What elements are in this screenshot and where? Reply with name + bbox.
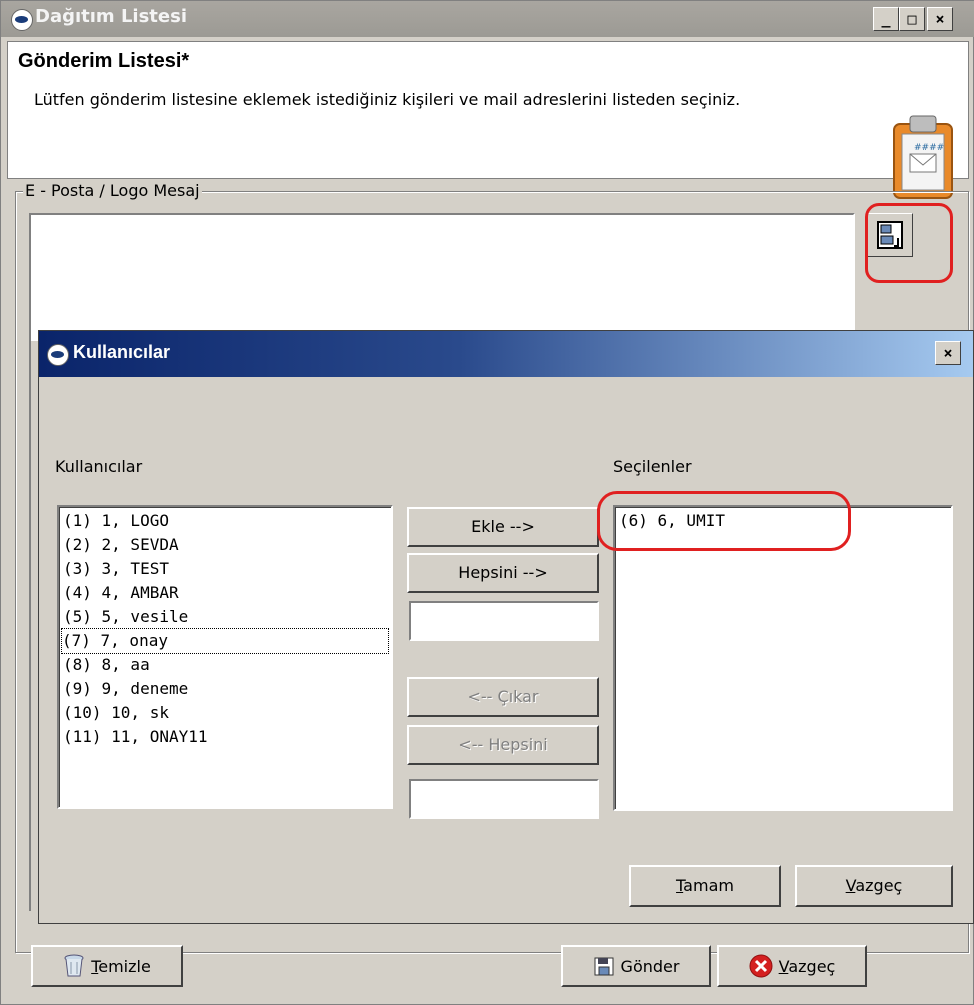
clear-button-label: Temizle	[91, 956, 151, 976]
minimize-button[interactable]: _	[873, 7, 899, 31]
list-item[interactable]: (8) 8, aa	[63, 653, 150, 677]
list-item[interactable]: (1) 1, LOGO	[63, 509, 169, 533]
window-titlebar[interactable]: Dağıtım Listesi _ □ ×	[1, 1, 974, 37]
dialog-titlebar[interactable]: Kullanıcılar ×	[39, 331, 973, 377]
search-field-bottom[interactable]	[409, 779, 599, 819]
list-item[interactable]: (5) 5, vesile	[63, 605, 188, 629]
cancel-x-icon	[749, 954, 773, 978]
dialog-cancel-button[interactable]: Vazgeç	[795, 865, 953, 907]
message-textarea[interactable]	[29, 213, 855, 343]
send-button[interactable]: Gönder	[561, 945, 711, 987]
send-button-label: Gönder	[620, 956, 680, 976]
page-title: Gönderim Listesi*	[18, 50, 190, 72]
users-label: Kullanıcılar	[55, 457, 143, 476]
trash-icon	[64, 954, 84, 977]
dialog-title: Kullanıcılar	[73, 342, 171, 362]
users-listbox[interactable]: (1) 1, LOGO (2) 2, SEVDA (3) 3, TEST (4) 4,…	[57, 505, 393, 809]
list-item[interactable]: (3) 3, TEST	[63, 557, 169, 581]
header-panel: Gönderim Listesi* Lütfen gönderim listes…	[7, 41, 969, 199]
list-item[interactable]: (4) 4, AMBAR	[63, 581, 179, 605]
add-all-button[interactable]: Hepsini -->	[407, 553, 599, 593]
list-item[interactable]: (10) 10, sk	[63, 701, 169, 725]
selected-highlight-ring	[597, 491, 851, 551]
cancel-main-button[interactable]: Vazgeç	[717, 945, 867, 987]
app-eye-icon	[11, 9, 33, 31]
list-item[interactable]: (2) 2, SEVDA	[63, 533, 179, 557]
email-group-label: E - Posta / Logo Mesaj	[23, 181, 202, 200]
page-description: Lütfen gönderim listesine eklemek istedi…	[34, 90, 741, 109]
dialog-eye-icon	[47, 344, 69, 366]
svg-text:####: ####	[914, 143, 944, 153]
cancel-main-label: Vazgeç	[778, 956, 836, 976]
remove-all-button[interactable]: <-- Hepsini	[407, 725, 599, 765]
window-title: Dağıtım Listesi	[35, 6, 187, 27]
search-field-top[interactable]	[409, 601, 599, 641]
add-button[interactable]: Ekle -->	[407, 507, 599, 547]
list-item[interactable]: (7) 7, onay	[61, 628, 389, 654]
clipboard-mail-icon: ####	[893, 115, 953, 199]
list-item[interactable]: (9) 9, deneme	[63, 677, 188, 701]
highlight-ring	[865, 203, 953, 283]
selected-label: Seçilenler	[613, 457, 692, 476]
list-item[interactable]: (11) 11, ONAY11	[63, 725, 208, 749]
maximize-button[interactable]: □	[899, 7, 925, 31]
users-dialog: Kullanıcılar × Kullanıcılar Seçilenler (…	[38, 330, 974, 924]
remove-button[interactable]: <-- Çıkar	[407, 677, 599, 717]
ok-button[interactable]: Tamam	[629, 865, 781, 907]
clear-button[interactable]: Temizle	[31, 945, 183, 987]
close-button[interactable]: ×	[927, 7, 953, 31]
dialog-close-button[interactable]: ×	[935, 341, 961, 365]
send-disk-icon	[594, 957, 614, 976]
